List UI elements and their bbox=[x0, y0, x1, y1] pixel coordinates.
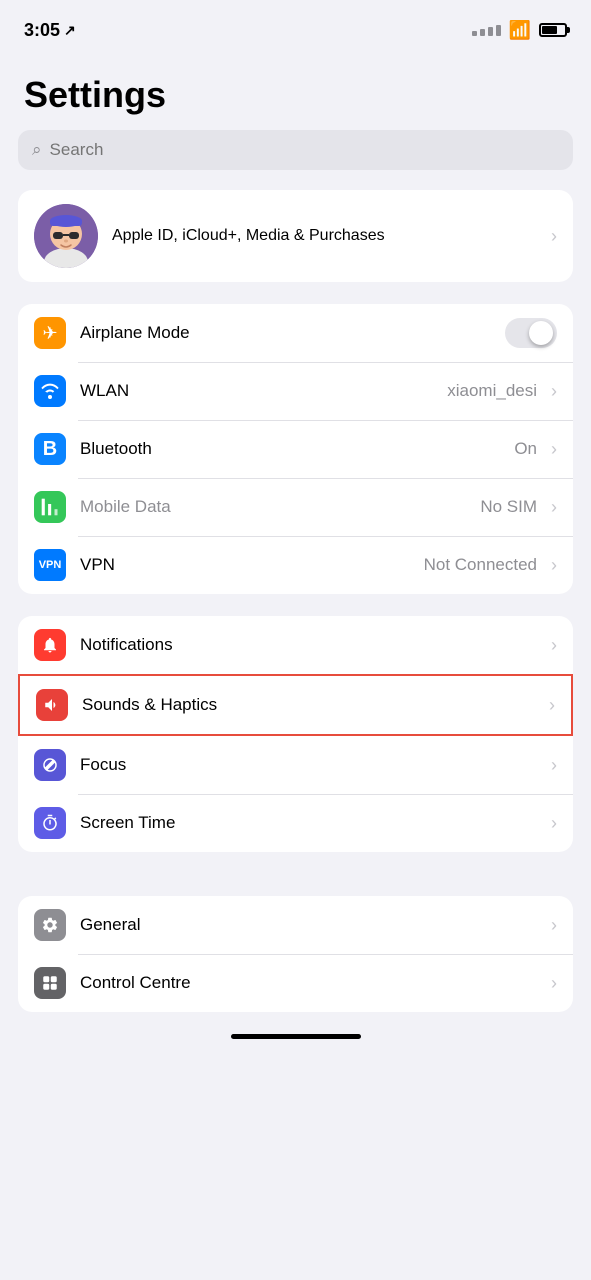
search-bar[interactable]: ⌕ bbox=[18, 130, 573, 170]
vpn-icon: VPN bbox=[34, 549, 66, 581]
apple-id-card: Apple ID, iCloud+, Media & Purchases › bbox=[18, 190, 573, 282]
general-card: General › Control Centre › bbox=[18, 896, 573, 1012]
page-title: Settings bbox=[0, 54, 591, 130]
bluetooth-chevron: › bbox=[551, 439, 557, 460]
mobile-data-label: Mobile Data bbox=[80, 497, 466, 517]
general-label: General bbox=[80, 915, 537, 935]
focus-screen-time-card: Focus › Screen Time › bbox=[18, 736, 573, 852]
control-centre-row[interactable]: Control Centre › bbox=[18, 954, 573, 1012]
bluetooth-icon: B bbox=[34, 433, 66, 465]
airplane-mode-label: Airplane Mode bbox=[80, 323, 491, 343]
general-chevron: › bbox=[551, 915, 557, 936]
sounds-haptics-label: Sounds & Haptics bbox=[82, 695, 535, 715]
battery-icon bbox=[539, 23, 567, 37]
status-time: 3:05 ↗ bbox=[24, 20, 76, 41]
screen-time-label: Screen Time bbox=[80, 813, 537, 833]
focus-label: Focus bbox=[80, 755, 537, 775]
chevron-icon: › bbox=[551, 226, 557, 247]
home-indicator bbox=[231, 1034, 361, 1039]
location-icon: ↗ bbox=[64, 22, 76, 39]
control-centre-chevron: › bbox=[551, 973, 557, 994]
wlan-label: WLAN bbox=[80, 381, 433, 401]
screen-time-chevron: › bbox=[551, 813, 557, 834]
notifications-card-top: Notifications › bbox=[18, 616, 573, 674]
vpn-row[interactable]: VPN VPN Not Connected › bbox=[18, 536, 573, 594]
notifications-label: Notifications bbox=[80, 635, 537, 655]
vpn-value: Not Connected bbox=[424, 555, 537, 575]
airplane-mode-icon: ✈ bbox=[34, 317, 66, 349]
notifications-chevron: › bbox=[551, 635, 557, 656]
control-centre-icon bbox=[34, 967, 66, 999]
vpn-chevron: › bbox=[551, 555, 557, 576]
general-icon bbox=[34, 909, 66, 941]
bluetooth-value: On bbox=[514, 439, 537, 459]
connectivity-card: ✈ Airplane Mode WLAN xiaomi_desi › B Blu… bbox=[18, 304, 573, 594]
status-bar: 3:05 ↗ 📶 bbox=[0, 0, 591, 54]
apple-id-row[interactable]: Apple ID, iCloud+, Media & Purchases › bbox=[18, 190, 573, 282]
mobile-data-icon bbox=[34, 491, 66, 523]
screen-time-icon bbox=[34, 807, 66, 839]
notifications-icon bbox=[34, 629, 66, 661]
battery-fill bbox=[542, 26, 557, 34]
sounds-haptics-highlighted-row[interactable]: Sounds & Haptics › bbox=[18, 674, 573, 736]
sounds-haptics-row[interactable]: Sounds & Haptics › bbox=[20, 676, 571, 734]
search-icon: ⌕ bbox=[32, 140, 42, 160]
wlan-row[interactable]: WLAN xiaomi_desi › bbox=[18, 362, 573, 420]
wlan-chevron: › bbox=[551, 381, 557, 402]
control-centre-label: Control Centre bbox=[80, 973, 537, 993]
general-row[interactable]: General › bbox=[18, 896, 573, 954]
mobile-data-value: No SIM bbox=[480, 497, 537, 517]
signal-dots bbox=[472, 25, 501, 36]
status-icons: 📶 bbox=[472, 20, 567, 41]
wlan-icon bbox=[34, 375, 66, 407]
vpn-label: VPN bbox=[80, 555, 410, 575]
airplane-mode-toggle[interactable] bbox=[505, 318, 557, 348]
notifications-row[interactable]: Notifications › bbox=[18, 616, 573, 674]
avatar bbox=[34, 204, 98, 268]
screen-time-row[interactable]: Screen Time › bbox=[18, 794, 573, 852]
wifi-icon: 📶 bbox=[509, 20, 531, 41]
focus-row[interactable]: Focus › bbox=[18, 736, 573, 794]
apple-id-label: Apple ID, iCloud+, Media & Purchases bbox=[112, 227, 537, 245]
mobile-data-row[interactable]: Mobile Data No SIM › bbox=[18, 478, 573, 536]
mobile-data-chevron: › bbox=[551, 497, 557, 518]
focus-chevron: › bbox=[551, 755, 557, 776]
airplane-mode-row[interactable]: ✈ Airplane Mode bbox=[18, 304, 573, 362]
bluetooth-row[interactable]: B Bluetooth On › bbox=[18, 420, 573, 478]
focus-icon bbox=[34, 749, 66, 781]
wlan-value: xiaomi_desi bbox=[447, 381, 537, 401]
sounds-haptics-icon bbox=[36, 689, 68, 721]
search-input[interactable] bbox=[50, 140, 559, 160]
bluetooth-label: Bluetooth bbox=[80, 439, 500, 459]
sounds-haptics-chevron: › bbox=[549, 695, 555, 716]
